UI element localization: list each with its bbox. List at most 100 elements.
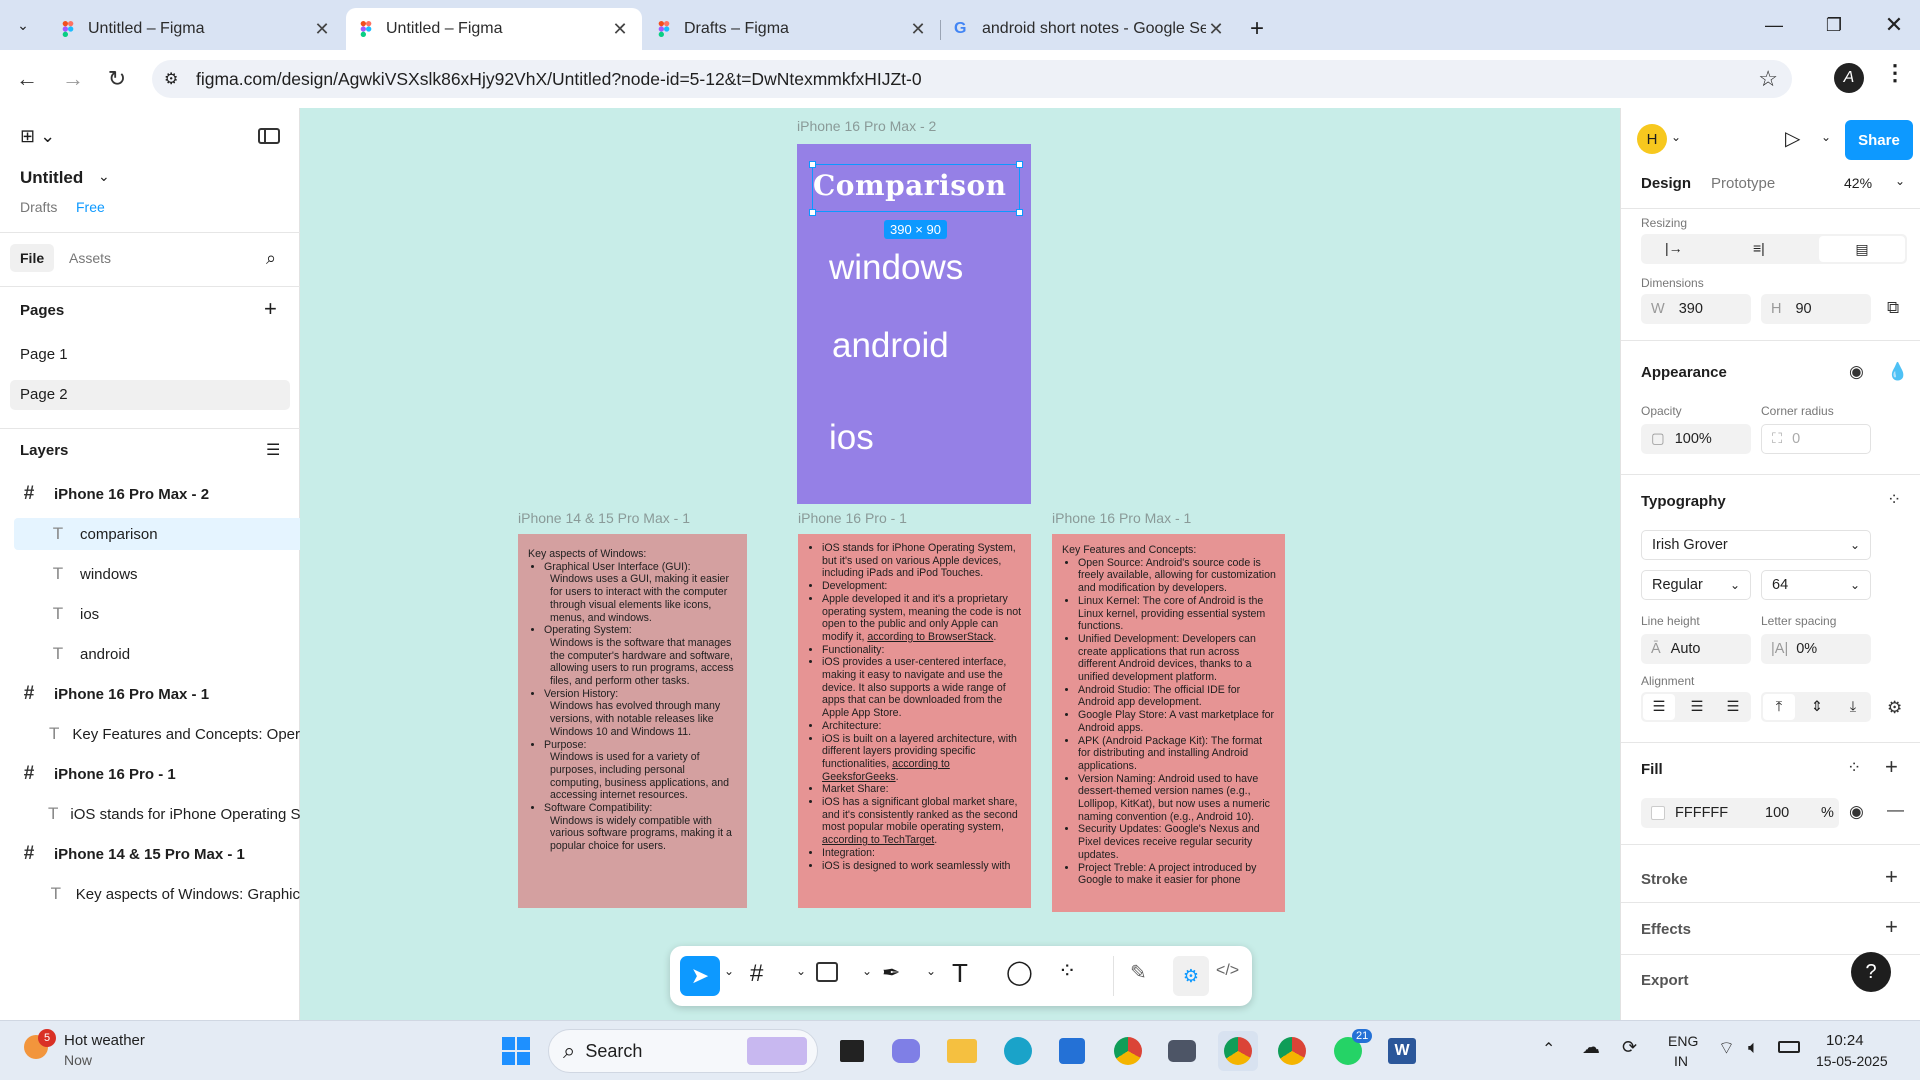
drafts-label[interactable]: Drafts xyxy=(20,199,57,215)
wifi-icon[interactable]: ⌔ xyxy=(1718,1037,1735,1060)
remove-fill-icon[interactable]: — xyxy=(1887,800,1904,820)
frame-label[interactable]: iPhone 16 Pro Max - 1 xyxy=(1052,510,1191,526)
volume-icon[interactable]: 🔈︎ xyxy=(1748,1037,1759,1058)
hug-width-icon[interactable]: ≡| xyxy=(1753,240,1765,256)
chevron-down-icon[interactable]: ⌄ xyxy=(796,964,806,978)
search-icon[interactable]: ⌕ xyxy=(266,248,276,269)
back-button[interactable]: ← xyxy=(10,62,44,96)
chevron-down-icon[interactable]: ⌄ xyxy=(862,964,872,978)
fill-opacity[interactable]: 100 xyxy=(1765,805,1789,821)
word-icon[interactable]: W xyxy=(1382,1031,1422,1071)
design-mode[interactable]: ⚙ xyxy=(1173,956,1209,996)
chrome-profile-icon[interactable] xyxy=(1272,1031,1312,1071)
sync-icon[interactable]: ⟳ xyxy=(1622,1037,1637,1058)
components-tool[interactable]: ⁘ xyxy=(1058,958,1076,984)
close-icon[interactable]: ✕ xyxy=(610,19,630,40)
type-settings-icon[interactable]: ⚙ xyxy=(1887,698,1902,718)
font-weight-select[interactable]: Regular ⌄ xyxy=(1641,570,1751,600)
layer-text-selected[interactable]: Tcomparison xyxy=(14,518,300,550)
opacity-field[interactable]: ▢ 100% xyxy=(1641,424,1751,454)
add-stroke-icon[interactable]: + xyxy=(1885,864,1898,890)
ios-text[interactable]: ios xyxy=(829,418,874,458)
weather-title[interactable]: Hot weather xyxy=(64,1032,145,1049)
frame-label[interactable]: iPhone 16 Pro Max - 2 xyxy=(797,118,936,134)
comment-tool[interactable]: ◯ xyxy=(1006,958,1033,987)
tab-design[interactable]: Design xyxy=(1641,175,1691,192)
tab-search-button[interactable]: ⌄ xyxy=(6,8,40,42)
layer-text[interactable]: Tios xyxy=(0,598,300,630)
line-height-field[interactable]: Ā Auto xyxy=(1641,634,1751,664)
draw-mode[interactable]: ✎ xyxy=(1130,960,1147,985)
android-text[interactable]: android xyxy=(832,326,949,366)
align-top-icon[interactable]: ⤒ xyxy=(1763,694,1795,720)
resize-handle[interactable] xyxy=(809,209,816,216)
toggle-sidebar-icon[interactable] xyxy=(258,128,280,144)
tab-prototype[interactable]: Prototype xyxy=(1711,175,1775,192)
page-item[interactable]: Page 2 xyxy=(20,386,68,403)
resize-handle[interactable] xyxy=(1016,161,1023,168)
text-tool[interactable]: T xyxy=(952,958,968,989)
share-button[interactable]: Share xyxy=(1845,120,1913,160)
layer-text[interactable]: TiOS stands for iPhone Operating S xyxy=(0,798,301,830)
layer-text[interactable]: T Key Features and Concepts: Oper xyxy=(0,718,300,750)
align-bottom-icon[interactable]: ⤓ xyxy=(1837,694,1869,720)
eye-icon[interactable]: ◉ xyxy=(1849,362,1864,382)
layer-text[interactable]: T Key aspects of Windows: Graphic xyxy=(0,878,300,910)
copilot-icon[interactable] xyxy=(886,1031,926,1071)
battery-icon[interactable] xyxy=(1778,1041,1800,1053)
align-left-icon[interactable]: ☰ xyxy=(1643,694,1675,720)
width-field[interactable]: W 390 xyxy=(1641,294,1751,324)
close-window-button[interactable]: ✕ xyxy=(1864,0,1920,50)
design-canvas[interactable]: iPhone 16 Pro Max - 2 Comparison 390 × 9… xyxy=(300,108,1620,1020)
help-button[interactable]: ? xyxy=(1851,952,1891,992)
source-link[interactable]: according to BrowserStack xyxy=(867,631,993,643)
main-menu-button[interactable]: ⊞ ⌄ xyxy=(20,126,55,147)
show-hidden-icons[interactable]: ⌃ xyxy=(1542,1039,1555,1059)
start-button[interactable] xyxy=(496,1031,536,1071)
add-page-icon[interactable]: + xyxy=(264,296,277,322)
pen-tool[interactable]: ✒ xyxy=(882,960,900,986)
edge-icon[interactable] xyxy=(998,1031,1038,1071)
language-secondary[interactable]: IN xyxy=(1674,1053,1688,1069)
browser-tab[interactable]: Drafts – Figma ✕ xyxy=(644,8,940,50)
resize-handle[interactable] xyxy=(809,161,816,168)
source-link[interactable]: according to GeeksforGeeks xyxy=(822,758,950,783)
letter-spacing-field[interactable]: |A| 0% xyxy=(1761,634,1871,664)
resize-handle[interactable] xyxy=(1016,209,1023,216)
layer-sort-icon[interactable]: ☰ xyxy=(266,440,280,460)
layer-text[interactable]: Twindows xyxy=(0,558,300,590)
chevron-down-icon[interactable]: ⌄ xyxy=(98,168,110,185)
fill-row[interactable]: FFFFFF 100 % xyxy=(1641,798,1839,828)
fixed-width-icon[interactable]: |→ xyxy=(1665,240,1683,256)
browser-tab-active[interactable]: Untitled – Figma ✕ xyxy=(346,8,642,50)
close-icon[interactable]: ✕ xyxy=(312,19,332,40)
chevron-down-icon[interactable]: ⌄ xyxy=(1821,130,1831,144)
frame-iphone-16-pro-1[interactable]: iOS stands for iPhone Operating System, … xyxy=(798,534,1031,908)
align-center-icon[interactable]: ☰ xyxy=(1681,694,1713,720)
layer-frame[interactable]: # iPhone 16 Pro - 1 xyxy=(0,758,300,790)
taskbar-search[interactable]: ⌕ Search xyxy=(548,1029,818,1073)
align-right-icon[interactable]: ☰ xyxy=(1717,694,1749,720)
close-icon[interactable]: ✕ xyxy=(1206,19,1226,40)
move-tool[interactable]: ➤ xyxy=(680,956,720,996)
frame-iphone-14-15-pro-max-1[interactable]: Key aspects of Windows: Graphical User I… xyxy=(518,534,747,908)
language-primary[interactable]: ENG xyxy=(1668,1033,1698,1049)
avatar[interactable]: H xyxy=(1637,124,1667,154)
text-styles-icon[interactable]: ⁘ xyxy=(1887,490,1901,510)
frame-tool[interactable]: # xyxy=(750,960,763,988)
layer-frame[interactable]: # iPhone 14 & 15 Pro Max - 1 xyxy=(0,838,300,870)
zoom-level[interactable]: 42% xyxy=(1844,175,1872,191)
profile-avatar[interactable]: A xyxy=(1834,63,1864,93)
chevron-down-icon[interactable]: ⌄ xyxy=(926,964,936,978)
clock-time[interactable]: 10:24 xyxy=(1826,1032,1864,1049)
stroke-heading[interactable]: Stroke xyxy=(1641,871,1688,888)
page-item[interactable]: Page 1 xyxy=(20,346,68,363)
blend-mode-icon[interactable]: 💧 xyxy=(1887,362,1908,382)
clock-date[interactable]: 15-05-2025 xyxy=(1816,1053,1888,1069)
onedrive-icon[interactable]: ☁ xyxy=(1582,1037,1600,1058)
add-effect-icon[interactable]: + xyxy=(1885,914,1898,940)
address-bar[interactable]: ⚙ figma.com/design/AgwkiVSXslk86xHjy92Vh… xyxy=(152,60,1792,98)
image-tool[interactable] xyxy=(816,962,838,982)
constrain-proportions-icon[interactable]: ⧉ xyxy=(1887,298,1899,318)
present-button[interactable]: ▷ xyxy=(1785,126,1800,151)
